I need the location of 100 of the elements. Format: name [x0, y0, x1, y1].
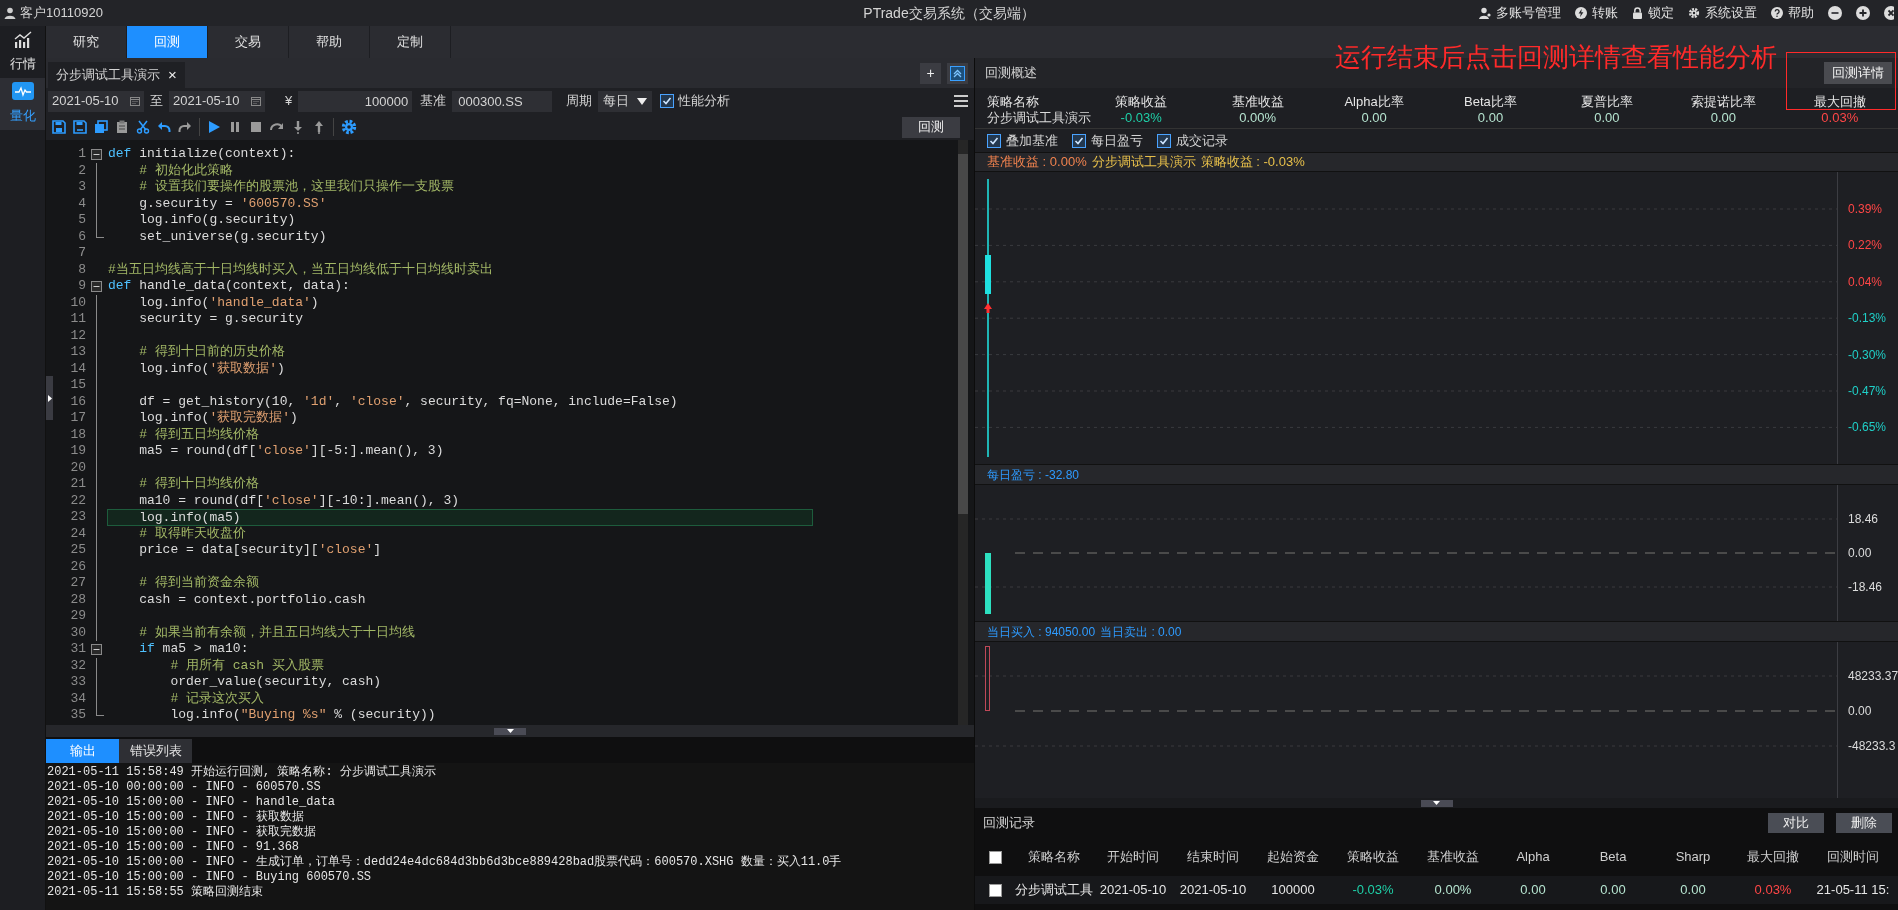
log-line: 2021-05-10 15:00:00 - INFO - 91.368: [47, 840, 301, 855]
code-line: def initialize(context):: [108, 146, 297, 163]
code-line: # 用所有 cash 买入股票: [169, 657, 325, 674]
column-header: 策略名称: [1027, 848, 1081, 867]
row-checkbox[interactable]: [988, 883, 1002, 897]
calendar-icon[interactable]: [130, 96, 140, 106]
minimize-icon[interactable]: [1828, 6, 1842, 20]
menu-item[interactable]: 锁定: [1632, 3, 1674, 23]
line-number: 10: [69, 294, 86, 311]
line-number: 18: [69, 426, 86, 443]
detail-button[interactable]: 回测详情: [1824, 62, 1892, 84]
select-all-checkbox[interactable]: [988, 850, 1002, 864]
code-line: log.info("Buying %s" % (security)): [169, 707, 437, 724]
column-header: 起始资金: [1266, 848, 1320, 867]
collapse-handle[interactable]: [46, 376, 53, 420]
trade-bar: [985, 646, 990, 711]
close-button[interactable]: ×: [168, 63, 177, 87]
help-icon: [1771, 7, 1783, 19]
play-icon[interactable]: [207, 120, 221, 134]
menu-item[interactable]: 多账号管理: [1479, 3, 1561, 23]
column-header: 开始时间: [1106, 848, 1160, 867]
line-number: 4: [77, 195, 86, 212]
date-field[interactable]: 2021-05-10: [169, 90, 265, 112]
line-number: 17: [69, 410, 86, 427]
code-line: # 记录这次买入: [169, 690, 265, 707]
maximize-icon[interactable]: [1856, 6, 1870, 20]
line-number: 32: [69, 657, 86, 674]
capital-field[interactable]: 100000: [298, 90, 413, 112]
chart-title: 每日盈亏 : -32.80: [987, 466, 1080, 484]
pause-icon[interactable]: [228, 120, 242, 134]
settings-icon[interactable]: [341, 119, 357, 135]
copy-icon[interactable]: [94, 120, 108, 134]
backtest-button[interactable]: 回测: [902, 116, 960, 138]
vertical-scrollbar[interactable]: [958, 140, 968, 725]
sidebar-item[interactable]: 行情: [0, 26, 45, 78]
table-cell-text: 0.00: [1519, 881, 1547, 900]
sidebar-item[interactable]: 量化: [0, 78, 45, 130]
metric-value: -0.03%: [1120, 110, 1162, 126]
toolbar-button[interactable]: 对比: [1768, 813, 1824, 833]
menu-item[interactable]: 转账: [1575, 3, 1618, 23]
code-line: g.security = '600570.SS': [138, 195, 328, 212]
column-header: Alpha: [1515, 848, 1551, 867]
line-number: 15: [69, 377, 86, 394]
checkbox[interactable]: [660, 94, 675, 108]
collapse-button[interactable]: [947, 62, 968, 84]
clipboard-icon[interactable]: [115, 120, 129, 134]
table-cell-text: 2021-05-10: [1098, 881, 1168, 900]
calendar-icon[interactable]: [251, 96, 261, 106]
currency-symbol: ¥: [285, 92, 293, 111]
step-out-icon[interactable]: [312, 120, 326, 134]
column-header: Sharp: [1674, 848, 1712, 867]
redo-icon[interactable]: [178, 120, 192, 134]
toolbar-button[interactable]: 删除: [1836, 813, 1892, 833]
stop-icon[interactable]: [249, 120, 263, 134]
code-line: log.info(g.security): [138, 212, 297, 229]
save-icon[interactable]: [52, 120, 66, 134]
close-icon[interactable]: [1884, 6, 1894, 20]
metric-value: 0.00: [1477, 110, 1504, 126]
metric-value: 0.00: [1710, 110, 1736, 126]
metric-value: 0.03%: [1821, 110, 1859, 126]
date-field[interactable]: 2021-05-10: [48, 90, 144, 112]
checkbox[interactable]: [1157, 133, 1171, 148]
line-number: 28: [69, 591, 86, 608]
axis-label: 0.39%: [1848, 202, 1883, 216]
axis-label: 0.00: [1848, 704, 1872, 718]
splitter-handle[interactable]: [1420, 799, 1453, 807]
table-cell-text: 0.00: [1679, 881, 1707, 900]
line-number: 6: [77, 228, 86, 245]
axis-label: 0.04%: [1848, 274, 1883, 289]
fold-toggle-icon[interactable]: [91, 644, 102, 655]
fold-toggle-icon[interactable]: [91, 281, 102, 292]
chart-title: 当日卖出 : 0.00: [1100, 623, 1182, 641]
checkbox[interactable]: [1072, 133, 1086, 148]
period-dropdown[interactable]: 每日: [598, 90, 653, 112]
fold-toggle-icon[interactable]: [91, 149, 102, 160]
save-all-icon[interactable]: [73, 120, 87, 134]
checkbox[interactable]: [987, 133, 1001, 148]
tab[interactable]: 错误列表: [119, 739, 192, 763]
menu-icon[interactable]: [954, 95, 968, 107]
code-line: # 得到十日前的历史价格: [138, 344, 286, 361]
benchmark-field[interactable]: 000300.SS: [452, 90, 553, 112]
undo-icon[interactable]: [157, 120, 171, 134]
log-line: 2021-05-10 15:00:00 - INFO - 获取数据: [47, 810, 305, 825]
caret-icon: [637, 97, 648, 105]
chart-title: 当日买入 : 94050.00: [987, 623, 1096, 641]
table-cell-text: 0.00%: [1433, 881, 1473, 900]
document-tab[interactable]: 分步调试工具演示 ×: [48, 62, 185, 88]
line-number: 5: [77, 212, 86, 229]
window-title: PTrade交易系统（交易端）: [862, 3, 1036, 23]
chart-icon: [12, 30, 33, 49]
checkbox-label: 成交记录: [1176, 131, 1228, 150]
legend-text: 策略收益 : -0.03%: [1200, 153, 1305, 172]
menu-item[interactable]: 系统设置: [1688, 3, 1757, 23]
menu-item[interactable]: 帮助: [1771, 3, 1814, 23]
add-button[interactable]: +: [920, 62, 941, 84]
splitter-handle[interactable]: [494, 727, 526, 735]
line-number: 22: [69, 492, 86, 509]
metric-value: 0.00: [1361, 110, 1387, 126]
cut-icon[interactable]: [136, 120, 150, 134]
column-header: 基准收益: [1426, 848, 1480, 867]
